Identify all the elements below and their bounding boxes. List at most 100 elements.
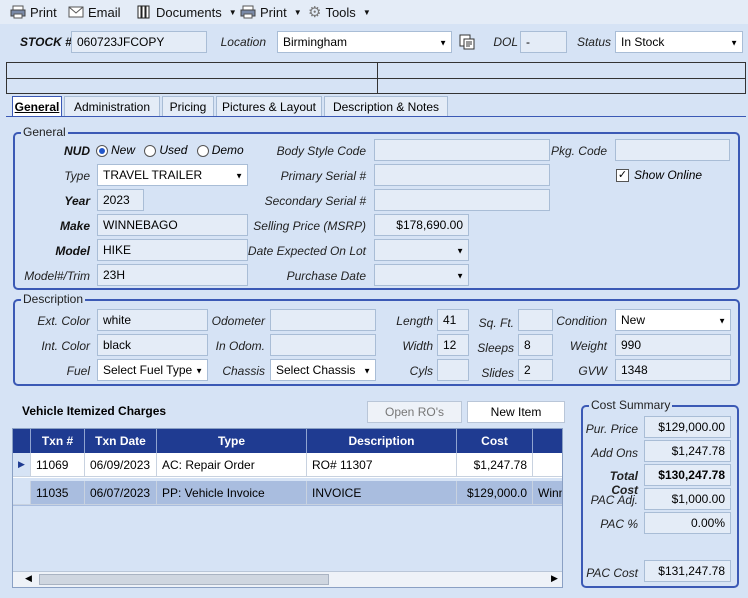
- new-item-button[interactable]: New Item: [467, 401, 565, 423]
- scrollbar-thumb[interactable]: [39, 574, 329, 585]
- cell-cost: $1,247.78: [457, 453, 533, 477]
- documents-menu[interactable]: Documents ▼: [136, 3, 237, 21]
- slides-field[interactable]: 2: [518, 359, 553, 381]
- date-expected-label: Date Expected On Lot: [247, 244, 366, 258]
- odometer-field[interactable]: [270, 309, 376, 331]
- col-header-txn[interactable]: Txn #: [31, 429, 85, 453]
- email-button[interactable]: Email: [68, 3, 121, 21]
- charges-grid: Txn # Txn Date Type Description Cost ▶ 1…: [12, 428, 563, 588]
- col-header-extra[interactable]: [533, 429, 562, 453]
- pur-price-field[interactable]: $129,000.00: [644, 416, 731, 438]
- printer-icon: [10, 5, 26, 19]
- info-strip: [6, 62, 746, 94]
- length-field[interactable]: 41: [437, 309, 469, 331]
- year-field[interactable]: 2023: [97, 189, 144, 211]
- print-menu[interactable]: Print ▼: [240, 3, 302, 21]
- chevron-down-icon: ▼: [439, 38, 447, 48]
- tab-pricing[interactable]: Pricing: [162, 96, 214, 116]
- horizontal-scrollbar[interactable]: ◀ ▶: [13, 571, 562, 587]
- purchase-date-label: Purchase Date: [286, 269, 366, 283]
- copy-location-icon[interactable]: [458, 33, 476, 51]
- ext-color-field[interactable]: white: [97, 309, 208, 331]
- show-online-label: Show Online: [634, 168, 703, 182]
- weight-field[interactable]: 990: [615, 334, 731, 356]
- chevron-down-icon: ▼: [456, 271, 464, 281]
- sleeps-field[interactable]: 8: [518, 334, 553, 356]
- chevron-down-icon: ▼: [718, 316, 726, 326]
- int-color-field[interactable]: black: [97, 334, 208, 356]
- secondary-serial-field[interactable]: [374, 189, 550, 211]
- sleeps-label: Sleeps: [477, 341, 514, 355]
- col-header-description[interactable]: Description: [307, 429, 457, 453]
- col-header-cost[interactable]: Cost: [457, 429, 533, 453]
- checkbox-check-icon: ✓: [616, 168, 629, 182]
- condition-select[interactable]: New ▼: [615, 309, 731, 331]
- email-label: Email: [88, 4, 121, 20]
- cyls-field[interactable]: [437, 359, 469, 381]
- scroll-right-icon[interactable]: ▶: [551, 573, 558, 584]
- in-odom-label: In Odom.: [215, 339, 265, 353]
- tab-pictures-layout[interactable]: Pictures & Layout: [216, 96, 322, 116]
- show-online-checkbox[interactable]: ✓ Show Online: [616, 168, 702, 182]
- in-odom-field[interactable]: [270, 334, 376, 356]
- stock-field[interactable]: 060723JFCOPY: [71, 31, 207, 53]
- type-value: TRAVEL TRAILER: [103, 168, 203, 182]
- tab-administration[interactable]: Administration: [64, 96, 160, 116]
- cell-extra: Winn: [533, 481, 562, 505]
- tab-general[interactable]: General: [12, 96, 62, 116]
- tools-label: Tools: [325, 4, 356, 20]
- status-value: In Stock: [621, 35, 665, 49]
- print-button[interactable]: Print: [10, 3, 57, 21]
- col-header-type[interactable]: Type: [157, 429, 307, 453]
- toolbar: Print Email Documents ▼ Print ▼ ⚙ Tools ▼: [0, 0, 748, 24]
- cyls-label: Cyls: [409, 364, 433, 378]
- tools-menu[interactable]: ⚙ Tools ▼: [308, 3, 371, 21]
- type-select[interactable]: TRAVEL TRAILER ▼: [97, 164, 248, 186]
- condition-label: Condition: [556, 314, 607, 328]
- scroll-left-icon[interactable]: ◀: [25, 573, 32, 584]
- table-row[interactable]: 11035 06/07/2023 PP: Vehicle Invoice INV…: [13, 481, 562, 506]
- dol-field[interactable]: -: [520, 31, 567, 53]
- total-cost-field[interactable]: $130,247.78: [644, 464, 731, 486]
- trim-field[interactable]: 23H: [97, 264, 248, 286]
- cell-cost: $129,000.0: [457, 481, 533, 505]
- fuel-value: Select Fuel Type: [103, 363, 193, 377]
- pac-cost-field[interactable]: $131,247.78: [644, 560, 731, 582]
- chevron-down-icon: ▼: [363, 366, 371, 376]
- table-row[interactable]: ▶ 11069 06/09/2023 AC: Repair Order RO# …: [13, 453, 562, 478]
- radio-new[interactable]: New: [96, 143, 135, 157]
- pac-adj-field[interactable]: $1,000.00: [644, 488, 731, 510]
- tab-description-notes[interactable]: Description & Notes: [324, 96, 448, 116]
- condition-value: New: [621, 313, 646, 327]
- date-expected-picker[interactable]: ▼: [374, 239, 469, 261]
- body-style-field[interactable]: [374, 139, 550, 161]
- location-value: Birmingham: [283, 35, 348, 49]
- chassis-select[interactable]: Select Chassis ▼: [270, 359, 376, 381]
- model-field[interactable]: HIKE: [97, 239, 248, 261]
- int-color-label: Int. Color: [41, 339, 90, 353]
- status-select[interactable]: In Stock ▼: [615, 31, 743, 53]
- chevron-down-icon: ▼: [730, 38, 738, 48]
- sq-ft-field[interactable]: [518, 309, 553, 331]
- add-ons-field[interactable]: $1,247.78: [644, 440, 731, 462]
- radio-demo[interactable]: Demo: [196, 143, 244, 157]
- cell-type: AC: Repair Order: [157, 453, 307, 477]
- description-group-title: Description: [21, 292, 86, 306]
- make-field[interactable]: WINNEBAGO: [97, 214, 248, 236]
- radio-used[interactable]: Used: [144, 143, 187, 157]
- location-select[interactable]: Birmingham ▼: [277, 31, 452, 53]
- fuel-select[interactable]: Select Fuel Type ▼: [97, 359, 208, 381]
- pkg-code-field[interactable]: [615, 139, 730, 161]
- pac-percent-field[interactable]: 0.00%: [644, 512, 731, 534]
- open-ros-button[interactable]: Open RO's: [367, 401, 462, 423]
- gvw-field[interactable]: 1348: [615, 359, 731, 381]
- chevron-down-icon: ▼: [362, 7, 371, 17]
- nud-label: NUD: [64, 144, 90, 158]
- chevron-down-icon: ▼: [195, 366, 203, 376]
- msrp-field[interactable]: $178,690.00: [374, 214, 469, 236]
- make-label: Make: [59, 219, 90, 233]
- width-field[interactable]: 12: [437, 334, 469, 356]
- purchase-date-picker[interactable]: ▼: [374, 264, 469, 286]
- primary-serial-field[interactable]: [374, 164, 550, 186]
- col-header-date[interactable]: Txn Date: [85, 429, 157, 453]
